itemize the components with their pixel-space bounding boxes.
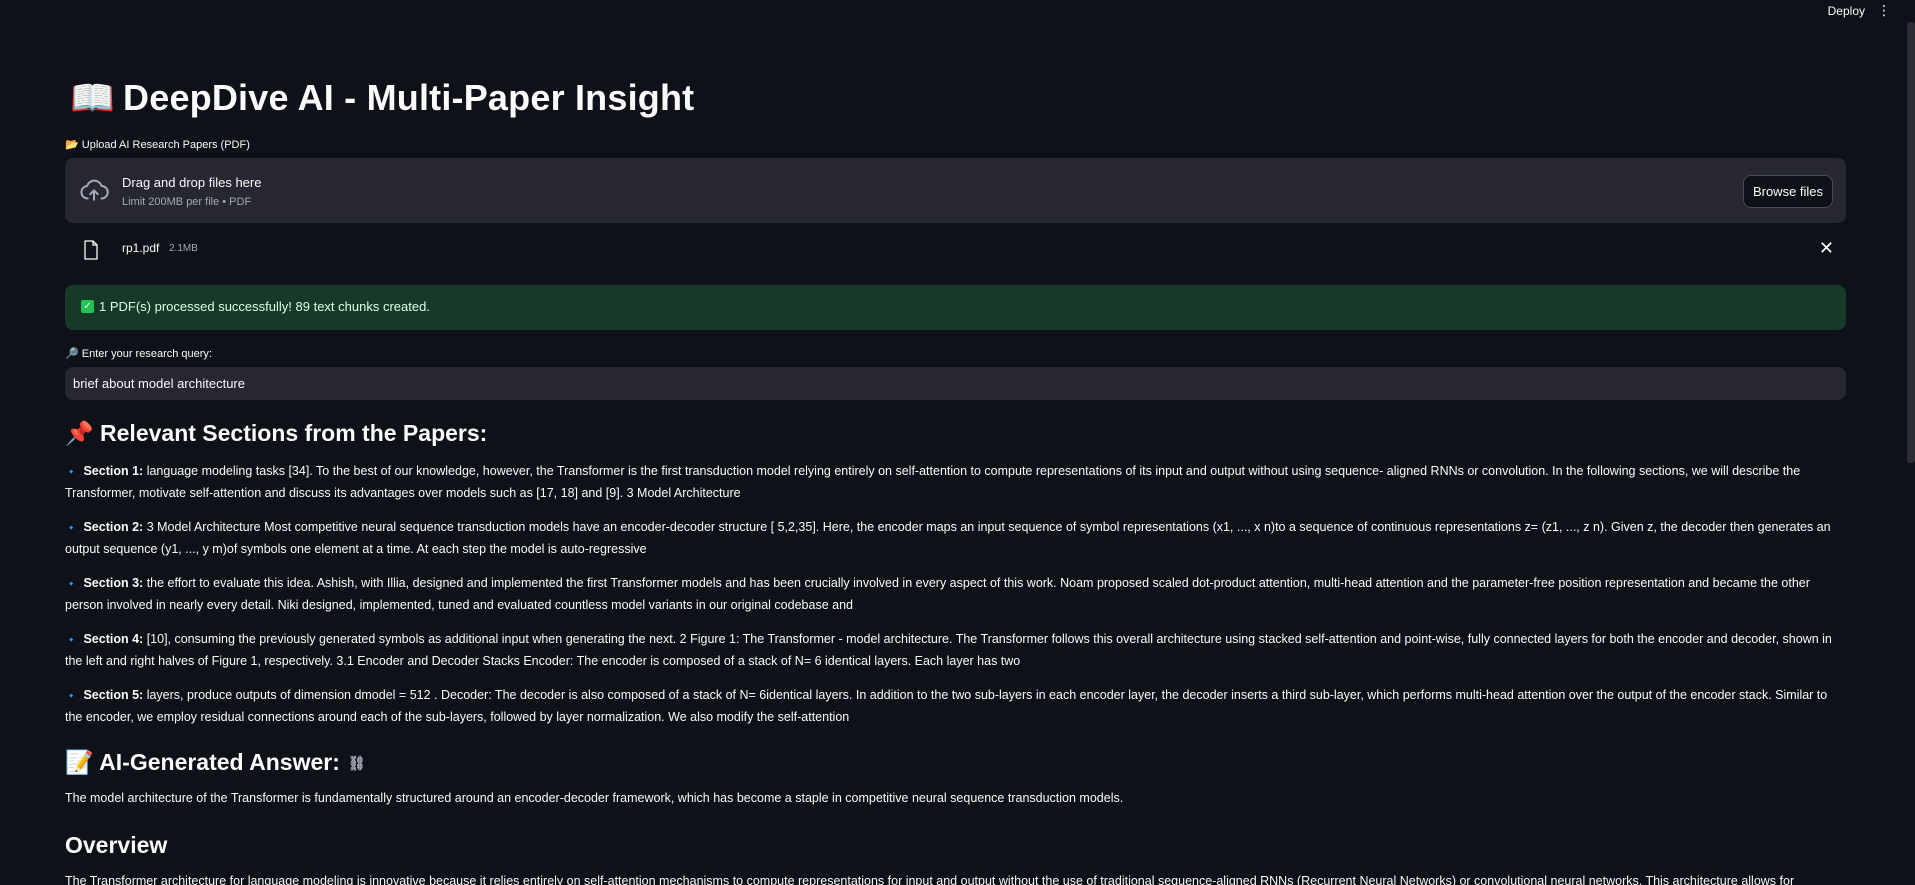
book-icon: 📖 [70,77,116,118]
overview-text: The Transformer architecture for languag… [65,874,1795,885]
ai-answer-text: The model architecture of the Transforme… [65,791,1124,805]
relevant-sections-heading: 📌 Relevant Sections from the Papers: [65,420,488,446]
diamond-bullet-icon: 🔹 [65,523,78,534]
browse-files-button[interactable]: Browse files [1743,175,1833,208]
check-icon: ✓ [81,300,94,313]
file-name: rp1.pdf [122,241,160,255]
cloud-upload-icon [80,179,109,201]
success-alert: ✓ 1 PDF(s) processed successfully! 89 te… [65,285,1846,330]
page-scrollbar[interactable] [1907,22,1915,463]
ai-answer-heading-text: 📝 AI-Generated Answer: [65,749,340,775]
section-text: [10], consuming the previously generated… [65,632,1832,668]
query-label: 🔎 Enter your research query: [65,348,212,360]
diamond-bullet-icon: 🔹 [65,467,78,478]
page-title: 📖 DeepDive AI - Multi-Paper Insight [70,77,694,119]
section-label: Section 5: [83,688,144,702]
diamond-bullet-icon: 🔹 [65,691,78,702]
section-item: 🔹 Section 2: 3 Model Architecture Most co… [65,517,1846,560]
file-size: 2.1MB [169,243,198,254]
section-item: 🔹 Section 3: the effort to evaluate this … [65,573,1846,616]
section-label: Section 2: [83,520,144,534]
upload-label: 📂 Upload AI Research Papers (PDF) [65,139,250,151]
page-title-text: DeepDive AI - Multi-Paper Insight [123,77,695,118]
section-label: Section 4: [83,632,144,646]
anchor-link-icon[interactable]: ⛓ [348,755,366,771]
diamond-bullet-icon: 🔹 [65,579,78,590]
success-message: 1 PDF(s) processed successfully! 89 text… [99,299,430,314]
overview-heading: Overview [65,832,168,858]
research-query-input[interactable] [65,367,1846,400]
top-bar: Deploy ⋮ [0,0,1915,22]
dropzone-instructions: Drag and drop files here [122,175,262,190]
section-label: Section 1: [83,464,144,478]
ai-answer-heading: 📝 AI-Generated Answer: ⛓ [65,749,366,776]
remove-file-close-icon[interactable]: ✕ [1819,238,1834,259]
file-dropzone[interactable]: Drag and drop files here Limit 200MB per… [65,158,1846,223]
section-label: Section 3: [83,576,144,590]
dropzone-limit: Limit 200MB per file • PDF [122,196,252,208]
main-menu-icon[interactable]: ⋮ [1877,2,1891,18]
diamond-bullet-icon: 🔹 [65,635,78,646]
section-item: 🔹 Section 1: language modeling tasks [34]… [65,461,1846,504]
section-text: the effort to evaluate this idea. Ashish… [65,576,1810,612]
deploy-button[interactable]: Deploy [1828,4,1865,18]
file-icon [84,240,98,260]
section-text: layers, produce outputs of dimension dmo… [65,688,1828,724]
section-item: 🔹 Section 5: layers, produce outputs of d… [65,685,1846,728]
section-text: language modeling tasks [34]. To the bes… [65,464,1801,500]
section-text: 3 Model Architecture Most competitive ne… [65,520,1831,556]
uploaded-file-row: rp1.pdf 2.1MB ✕ [65,236,1846,266]
section-item: 🔹 Section 4: [10], consuming the previous… [65,629,1846,672]
